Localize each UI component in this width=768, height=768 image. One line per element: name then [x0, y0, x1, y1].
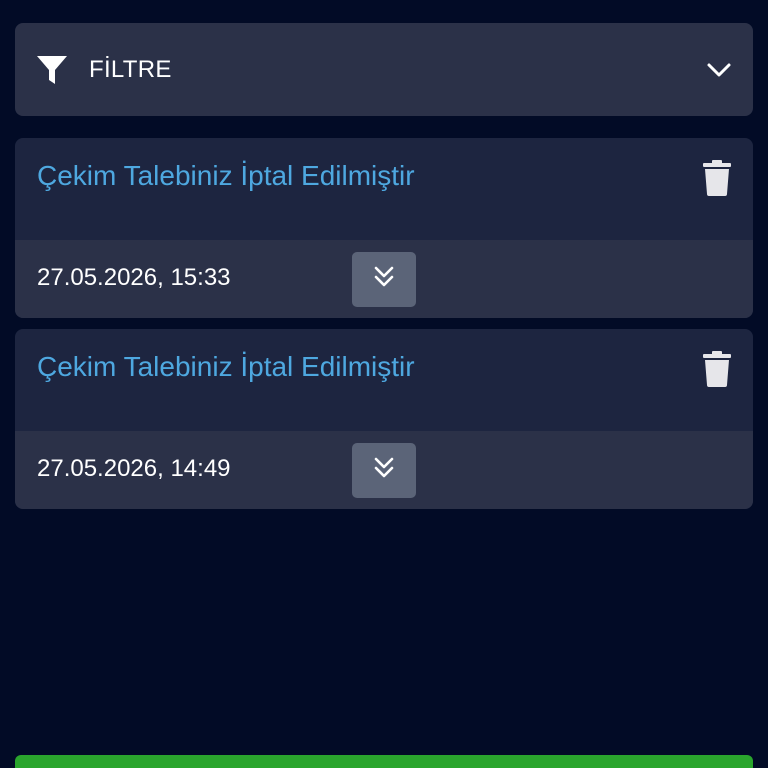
filter-icon	[35, 53, 69, 87]
notification-date: 27.05.2026, 15:33	[37, 264, 231, 291]
notification-header: Çekim Talebiniz İptal Edilmiştir	[15, 329, 753, 431]
trash-icon[interactable]	[701, 349, 733, 389]
notification-footer: 27.05.2026, 15:33	[15, 240, 753, 318]
expand-button[interactable]	[352, 443, 416, 498]
filter-label: FİLTRE	[89, 55, 172, 83]
expand-button[interactable]	[352, 252, 416, 307]
notification-title: Çekim Talebiniz İptal Edilmiştir	[37, 160, 415, 191]
double-chevron-down-icon	[373, 265, 395, 294]
trash-icon[interactable]	[701, 158, 733, 198]
notification-card: Çekim Talebiniz İptal Edilmiştir 27.05.2…	[15, 329, 753, 509]
action-bar[interactable]	[15, 755, 753, 768]
double-chevron-down-icon	[373, 456, 395, 485]
notification-date: 27.05.2026, 14:49	[37, 455, 231, 482]
chevron-down-icon[interactable]	[705, 56, 733, 84]
notification-header: Çekim Talebiniz İptal Edilmiştir	[15, 138, 753, 240]
notification-card: Çekim Talebiniz İptal Edilmiştir 27.05.2…	[15, 138, 753, 318]
notification-title: Çekim Talebiniz İptal Edilmiştir	[37, 351, 415, 382]
notification-footer: 27.05.2026, 14:49	[15, 431, 753, 509]
filter-toggle[interactable]: FİLTRE	[15, 23, 753, 116]
notifications-page: FİLTRE Çekim Talebiniz İptal Edilmiştir …	[0, 0, 768, 768]
